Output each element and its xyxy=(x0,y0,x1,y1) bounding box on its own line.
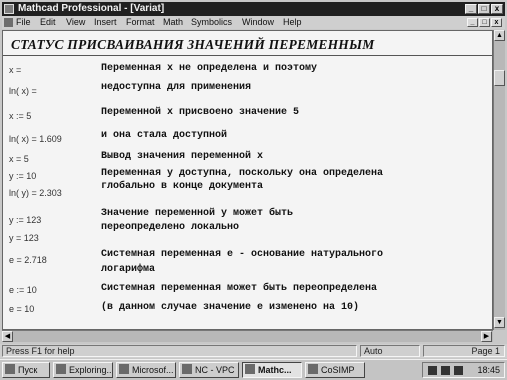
taskbar-item-label: NC - VPC xyxy=(195,365,235,375)
worksheet-heading: СТАТУС ПРИСВАИВАНИЯ ЗНАЧЕНИЙ ПЕРЕМЕННЫМ xyxy=(11,37,375,52)
doc-restore-button[interactable]: □ xyxy=(479,18,490,27)
taskbar-item-label: Microsof... xyxy=(132,365,174,375)
mathcad-app-icon[interactable] xyxy=(4,4,14,14)
app-icon xyxy=(308,364,318,374)
heading-divider xyxy=(3,55,492,56)
doc-close-button[interactable]: x xyxy=(491,18,502,27)
taskbar-item-microsoft[interactable]: Microsof... xyxy=(116,362,176,378)
close-button[interactable]: x xyxy=(491,4,503,14)
text-region[interactable]: и она стала доступной xyxy=(101,130,227,142)
menu-format[interactable]: Format xyxy=(126,16,155,29)
math-expression[interactable]: ln( y) = 2.303 xyxy=(9,188,62,198)
text-region[interactable]: Переменная х не определена и поэтому xyxy=(101,63,317,75)
taskbar-item-nc-vpc[interactable]: NC - VPC xyxy=(179,362,239,378)
app-icon xyxy=(119,364,129,374)
taskbar-item-label: Mathc... xyxy=(258,365,292,375)
start-button[interactable]: Пуск xyxy=(2,362,50,378)
math-expression[interactable]: ln( x) = 1.609 xyxy=(9,134,62,144)
text-region[interactable]: (в данном случае значение е изменено на … xyxy=(101,302,359,314)
text-region[interactable]: глобально в конце документа xyxy=(101,181,263,193)
mathcad-window: Mathcad Professional - [Variat] _ □ x Fi… xyxy=(0,0,507,360)
text-region[interactable]: недоступна для применения xyxy=(101,82,251,94)
math-expression[interactable]: x := 5 xyxy=(9,111,31,121)
menu-math[interactable]: Math xyxy=(163,16,183,29)
math-expression[interactable]: e = 10 xyxy=(9,304,34,314)
menu-file[interactable]: File xyxy=(16,16,31,29)
title-bar[interactable]: Mathcad Professional - [Variat] _ □ x xyxy=(2,2,505,16)
math-expression[interactable]: ln( x) = xyxy=(9,86,37,96)
status-bar: Press F1 for help Auto Page 1 xyxy=(0,344,507,358)
menu-symbolics[interactable]: Symbolics xyxy=(191,16,232,29)
taskbar-item-exploring[interactable]: Exploring... xyxy=(53,362,113,378)
text-region[interactable]: Вывод значения переменной х xyxy=(101,151,263,163)
tray-icon[interactable] xyxy=(454,366,463,375)
status-page: Page 1 xyxy=(423,345,505,357)
scroll-up-arrow-icon[interactable]: ▲ xyxy=(494,30,505,41)
minimize-button[interactable]: _ xyxy=(465,4,477,14)
tray-icon[interactable] xyxy=(441,366,450,375)
text-region[interactable]: Системная переменная е - основание натур… xyxy=(101,249,383,261)
math-expression[interactable]: y := 10 xyxy=(9,171,36,181)
start-label: Пуск xyxy=(18,365,38,375)
mathcad-icon xyxy=(245,364,255,374)
menu-bar: File Edit View Insert Format Math Symbol… xyxy=(2,16,505,29)
scroll-down-arrow-icon[interactable]: ▼ xyxy=(494,317,505,328)
taskbar-item-mathcad[interactable]: Mathc... xyxy=(242,362,302,378)
menu-window[interactable]: Window xyxy=(242,16,274,29)
vertical-scrollbar[interactable]: ▲ ▼ xyxy=(493,30,505,330)
status-help-text: Press F1 for help xyxy=(2,345,357,357)
scroll-left-arrow-icon[interactable]: ◀ xyxy=(2,331,13,342)
system-tray: 18:45 xyxy=(422,362,505,378)
doc-minimize-button[interactable]: _ xyxy=(467,18,478,27)
horizontal-scrollbar[interactable]: ◀ ▶ xyxy=(2,330,493,342)
math-expression[interactable]: x = xyxy=(9,65,21,75)
text-region[interactable]: Системная переменная может быть переопре… xyxy=(101,283,377,295)
worksheet[interactable]: СТАТУС ПРИСВАИВАНИЯ ЗНАЧЕНИЙ ПЕРЕМЕННЫМ … xyxy=(2,30,493,330)
text-region[interactable]: логарифма xyxy=(101,264,155,276)
taskbar-item-label: Exploring... xyxy=(69,365,113,375)
vertical-scroll-thumb[interactable] xyxy=(494,70,505,86)
taskbar-item-label: CoSIMP xyxy=(321,365,355,375)
text-region[interactable]: переопределено локально xyxy=(101,222,239,234)
menu-view[interactable]: View xyxy=(66,16,85,29)
text-region[interactable]: Значение переменной у может быть xyxy=(101,208,293,220)
taskbar: Пуск Exploring... Microsof... NC - VPC M… xyxy=(0,359,507,380)
menu-edit[interactable]: Edit xyxy=(40,16,56,29)
menu-insert[interactable]: Insert xyxy=(94,16,117,29)
maximize-button[interactable]: □ xyxy=(478,4,490,14)
math-expression[interactable]: y = 123 xyxy=(9,233,39,243)
windows-logo-icon xyxy=(5,364,15,374)
taskbar-item-cosimp[interactable]: CoSIMP xyxy=(305,362,365,378)
folder-icon xyxy=(56,364,66,374)
math-expression[interactable]: x = 5 xyxy=(9,154,29,164)
status-calc-mode: Auto xyxy=(360,345,420,357)
text-region[interactable]: Переменной х присвоено значение 5 xyxy=(101,107,299,119)
text-region[interactable]: Переменная у доступна, поскольку она опр… xyxy=(101,168,383,180)
math-expression[interactable]: y := 123 xyxy=(9,215,41,225)
document-icon[interactable] xyxy=(4,18,13,27)
app-icon xyxy=(182,364,192,374)
clock[interactable]: 18:45 xyxy=(477,363,500,377)
window-title: Mathcad Professional - [Variat] xyxy=(18,3,165,14)
scroll-right-arrow-icon[interactable]: ▶ xyxy=(481,331,492,342)
math-expression[interactable]: e := 10 xyxy=(9,285,37,295)
math-expression[interactable]: e = 2.718 xyxy=(9,255,47,265)
tray-icon[interactable] xyxy=(428,366,437,375)
menu-help[interactable]: Help xyxy=(283,16,302,29)
